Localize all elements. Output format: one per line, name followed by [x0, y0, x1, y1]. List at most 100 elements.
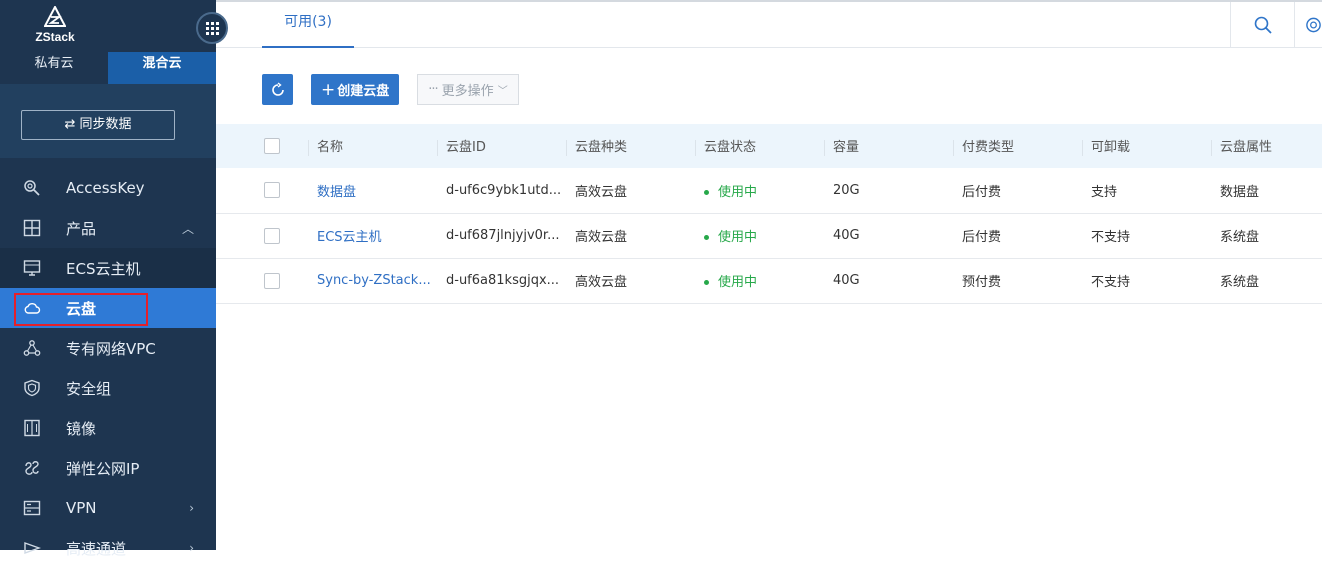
column-header[interactable]: 可卸载 — [1091, 140, 1130, 155]
select-all-checkbox[interactable] — [264, 138, 280, 154]
pay-type: 预付费 — [962, 275, 1002, 290]
pay-type: 后付费 — [962, 230, 1002, 245]
sidebar-item-label: 安全组 — [66, 379, 112, 398]
cloud-icon — [22, 298, 42, 318]
disk-type: 高效云盘 — [575, 230, 628, 245]
sidebar-item-label: AccessKey — [66, 179, 145, 197]
chevron-right-icon: › — [189, 501, 194, 515]
zstack-logo[interactable]: ZStack — [30, 6, 80, 44]
status-text: 使用中 — [718, 275, 758, 290]
status-badge: 使用中 — [695, 275, 757, 290]
column-header[interactable]: 付费类型 — [962, 140, 1014, 155]
sidebar-item-products[interactable]: 产品 ︿ — [0, 208, 216, 248]
status-dot-icon — [704, 189, 709, 195]
toolbar: + 创建云盘 ··· 更多操作 ﹀ — [262, 74, 519, 106]
disk-table: 名称 云盘ID 云盘种类 云盘状态 容量 付费类型 可卸载 云盘属性 数据盘 d… — [216, 124, 1322, 304]
grid-product-icon — [22, 218, 42, 238]
chevron-right-icon: › — [189, 541, 194, 555]
shield-icon — [22, 378, 42, 398]
disk-name-link[interactable]: Sync-by-ZStack... — [308, 273, 431, 288]
sidebar-item-ecs[interactable]: ECS云主机 — [0, 248, 216, 288]
row-checkbox[interactable] — [264, 227, 280, 244]
tab-hybrid-cloud[interactable]: 混合云 — [108, 52, 216, 84]
sidebar-item-image[interactable]: 镜像 — [0, 408, 216, 448]
elastic-ip-icon — [22, 458, 42, 478]
column-header[interactable]: 云盘属性 — [1220, 140, 1272, 155]
disk-id: d-uf6c9ybk1utd... — [446, 182, 562, 198]
disk-capacity: 20G — [833, 182, 860, 198]
status-dot-icon — [704, 280, 709, 285]
table-row: 数据盘 d-uf6c9ybk1utd... 高效云盘 使用中 20G 后付费 支… — [216, 168, 1322, 213]
sidebar-item-vpc[interactable]: 专有网络VPC — [0, 328, 216, 368]
sidebar-item-label: 镜像 — [66, 419, 97, 438]
grid-dots-icon — [205, 21, 219, 35]
row-checkbox[interactable] — [264, 182, 280, 199]
sidebar-item-label: VPN — [66, 499, 97, 517]
disk-capacity: 40G — [833, 228, 860, 243]
tab-available[interactable]: 可用(3) — [262, 2, 354, 48]
plus-icon: + — [321, 79, 336, 100]
disk-attribute: 数据盘 — [1220, 184, 1260, 200]
disk-name-link[interactable]: ECS云主机 — [308, 230, 382, 245]
search-button[interactable] — [1230, 2, 1294, 48]
sidebar: ZStack 私有云 混合云 ⇄ 同步数据 AccessKey 产品 ︿ ECS… — [0, 0, 216, 558]
status-badge: 使用中 — [695, 185, 757, 200]
unmountable: 支持 — [1091, 184, 1118, 200]
disk-capacity: 40G — [833, 273, 860, 288]
disk-id: d-uf6a81ksgjqx... — [446, 273, 560, 288]
table-header-row: 名称 云盘ID 云盘种类 云盘状态 容量 付费类型 可卸载 云盘属性 — [216, 124, 1322, 168]
column-header[interactable]: 名称 — [317, 140, 343, 155]
sidebar-item-elastic-ip[interactable]: 弹性公网IP — [0, 448, 216, 488]
app-grid-button[interactable] — [196, 12, 228, 44]
disk-type: 高效云盘 — [575, 184, 628, 200]
disk-attribute: 系统盘 — [1220, 230, 1260, 245]
zstack-logo-icon — [44, 6, 66, 27]
sidebar-nav: AccessKey 产品 ︿ ECS云主机 云盘 专有网络VPC 安全组 镜像 … — [0, 168, 216, 568]
settings-button[interactable] — [1294, 2, 1322, 48]
sidebar-item-label: 专有网络VPC — [66, 339, 156, 358]
vpn-icon — [22, 498, 42, 518]
top-bar: 可用(3) — [216, 0, 1322, 48]
status-text: 使用中 — [718, 184, 758, 200]
sync-data-button[interactable]: ⇄ 同步数据 — [21, 110, 175, 140]
column-header[interactable]: 云盘状态 — [704, 140, 756, 155]
status-dot-icon — [704, 235, 709, 240]
sidebar-item-express-connect[interactable]: 高速通道 › — [0, 528, 216, 568]
refresh-icon — [271, 81, 284, 96]
tab-private-cloud[interactable]: 私有云 — [0, 52, 108, 84]
table-row: ECS云主机 d-uf687jlnjyjv0r... 高效云盘 使用中 40G … — [216, 213, 1322, 258]
row-checkbox[interactable] — [264, 272, 280, 289]
cloud-type-tabs: 私有云 混合云 — [0, 52, 216, 84]
disk-id: d-uf687jlnjyjv0r... — [446, 228, 560, 243]
column-header[interactable]: 云盘种类 — [575, 140, 627, 155]
network-icon — [22, 338, 42, 358]
sidebar-item-label: 高速通道 — [66, 539, 127, 558]
sync-section: ⇄ 同步数据 — [0, 84, 216, 158]
chevron-up-icon: ︿ — [181, 221, 194, 236]
disk-attribute: 系统盘 — [1220, 275, 1260, 290]
sidebar-item-accesskey[interactable]: AccessKey — [0, 168, 216, 208]
more-actions-button[interactable]: ··· 更多操作 ﹀ — [417, 74, 519, 105]
disk-name-link[interactable]: 数据盘 — [308, 185, 356, 200]
disk-type: 高效云盘 — [575, 275, 628, 290]
sidebar-item-label: 产品 — [66, 219, 97, 238]
sidebar-item-label: ECS云主机 — [66, 259, 141, 278]
key-search-icon — [22, 178, 42, 198]
status-badge: 使用中 — [695, 230, 757, 245]
column-header[interactable]: 容量 — [833, 140, 859, 155]
create-disk-button[interactable]: + 创建云盘 — [311, 74, 400, 105]
sidebar-item-security-group[interactable]: 安全组 — [0, 368, 216, 408]
create-disk-label: 创建云盘 — [337, 84, 390, 99]
main-content: 可用(3) + 创建云盘 ··· 更多操作 ﹀ 名称 云盘ID 云盘种类 云盘状… — [216, 0, 1322, 550]
refresh-button[interactable] — [262, 74, 293, 105]
sidebar-item-vpn[interactable]: VPN › — [0, 488, 216, 528]
sidebar-item-cloud-disk[interactable]: 云盘 — [0, 288, 216, 328]
logo-text: ZStack — [35, 30, 75, 44]
target-icon — [1306, 17, 1321, 33]
search-icon — [1254, 16, 1272, 34]
column-header[interactable]: 云盘ID — [446, 140, 486, 155]
pay-type: 后付费 — [962, 184, 1002, 200]
table-row: Sync-by-ZStack... d-uf6a81ksgjqx... 高效云盘… — [216, 258, 1322, 303]
image-icon — [22, 418, 42, 438]
more-actions-label: 更多操作 — [441, 84, 494, 99]
